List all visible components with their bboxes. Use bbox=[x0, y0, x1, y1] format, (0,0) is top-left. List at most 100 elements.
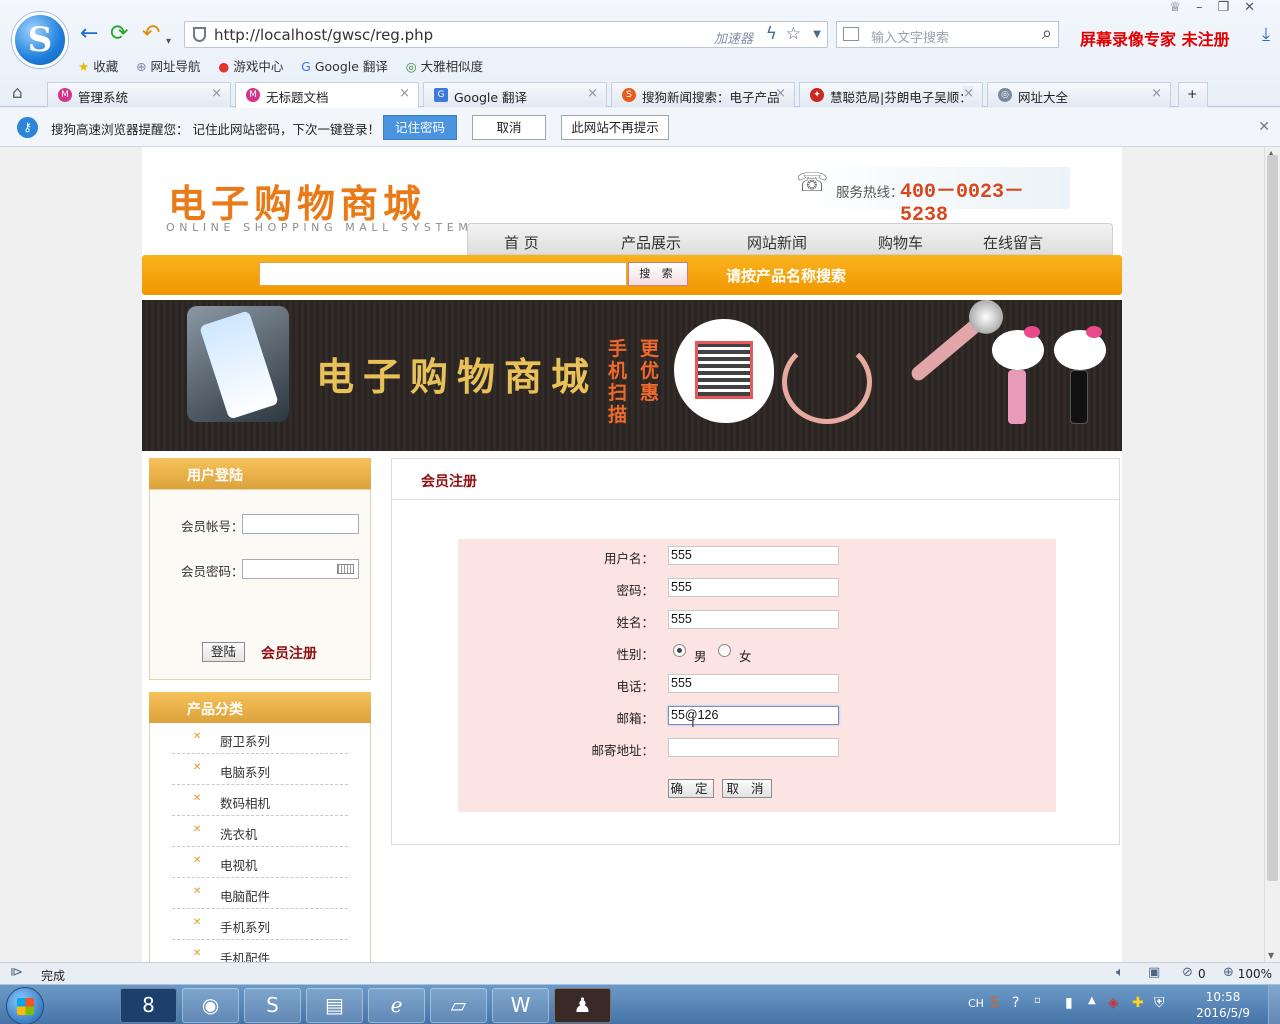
zoom-icon[interactable]: ⊕ bbox=[1223, 965, 1234, 980]
taskbar-explorer-icon[interactable]: ▤ bbox=[306, 988, 363, 1023]
close-tab-icon[interactable]: × bbox=[587, 86, 598, 101]
close-icon[interactable]: ✕ bbox=[1258, 119, 1270, 135]
start-button[interactable] bbox=[6, 987, 44, 1024]
login-button[interactable]: 登陆 bbox=[202, 642, 245, 662]
taskbar-recorder-icon[interactable]: ♟ bbox=[554, 988, 611, 1023]
category-item[interactable]: ✕ 厨卫系列 bbox=[172, 723, 348, 754]
star-icon[interactable]: ☆ bbox=[786, 24, 801, 44]
shield-icon[interactable]: ⛨ bbox=[1154, 995, 1165, 1011]
undo-dropdown-icon[interactable]: ▾ bbox=[166, 30, 171, 54]
nav-cart[interactable]: 购物车 bbox=[878, 232, 923, 253]
vertical-scrollbar[interactable]: ▲ ▼ bbox=[1264, 147, 1280, 962]
scrollbar-thumb[interactable] bbox=[1267, 155, 1278, 881]
phone-input[interactable]: 555 bbox=[668, 674, 839, 693]
gender-female-radio[interactable] bbox=[718, 644, 731, 657]
close-tab-icon[interactable]: × bbox=[211, 86, 222, 101]
nav-products[interactable]: 产品展示 bbox=[621, 232, 681, 253]
tab-admin[interactable]: M 管理系统 × bbox=[47, 82, 231, 107]
battery-icon[interactable]: ▮ bbox=[1065, 995, 1073, 1011]
taskbar-app-8-icon[interactable]: 8 bbox=[120, 988, 177, 1023]
site-logo[interactable]: 电子购物商城 bbox=[168, 173, 426, 228]
sidebar-toggle-icon[interactable]: ⧐ bbox=[10, 965, 23, 980]
sound-icon[interactable]: 🔈︎ bbox=[1116, 965, 1124, 980]
tab-url-directory[interactable]: ◎ 网址大全 × bbox=[987, 82, 1171, 107]
undo-close-icon[interactable]: ↶ bbox=[142, 22, 160, 46]
taskbar-sogou-browser-icon[interactable]: S bbox=[244, 988, 301, 1023]
username-input[interactable]: 555 bbox=[668, 546, 839, 565]
keyboard-icon[interactable] bbox=[337, 564, 354, 574]
browser-search-box[interactable]: 输入文字搜索 ⌕ bbox=[836, 21, 1059, 48]
window-controls[interactable]: ♕–❐✕ bbox=[1169, 0, 1270, 15]
close-tab-icon[interactable]: × bbox=[399, 86, 410, 101]
help-icon[interactable]: ? bbox=[1012, 995, 1019, 1011]
taskbar-app-globe-icon[interactable]: ◉ bbox=[182, 988, 239, 1023]
taskbar-notepad-icon[interactable]: ▱ bbox=[430, 988, 487, 1023]
nav-guestbook[interactable]: 在线留言 bbox=[983, 232, 1043, 253]
category-item[interactable]: ✕ 洗衣机 bbox=[172, 816, 348, 847]
nav-news[interactable]: 网站新闻 bbox=[747, 232, 807, 253]
address-dropdown-icon[interactable]: ▼ bbox=[813, 29, 821, 40]
product-search-button[interactable]: 搜 索 bbox=[628, 262, 688, 286]
nav-home[interactable]: 首 页 bbox=[504, 232, 539, 253]
sogou-browser-logo[interactable]: S bbox=[12, 12, 68, 68]
account-input[interactable] bbox=[242, 514, 359, 534]
address-url[interactable]: http://localhost/gwsc/reg.php bbox=[214, 26, 433, 44]
notice-cancel-button[interactable]: 取消 bbox=[472, 115, 546, 140]
input-language[interactable]: CH bbox=[968, 997, 984, 1010]
restore-icon[interactable]: ❐ bbox=[1217, 0, 1244, 15]
zoom-level[interactable]: 100% bbox=[1238, 967, 1272, 981]
tab-google-translate[interactable]: G Google 翻译 × bbox=[423, 82, 607, 107]
accelerator-label[interactable]: 加速器 bbox=[714, 28, 753, 47]
network-icon[interactable]: ◈ bbox=[1108, 995, 1119, 1011]
refresh-icon[interactable]: ⟳ bbox=[110, 22, 128, 46]
bookmark-nav[interactable]: ⊕ 网址导航 bbox=[136, 56, 201, 75]
scroll-down-icon[interactable]: ▼ bbox=[1268, 951, 1274, 960]
close-icon[interactable]: ✕ bbox=[1244, 0, 1270, 15]
security-plus-icon[interactable]: ✚ bbox=[1132, 995, 1144, 1011]
tab-untitled[interactable]: M 无标题文档 × bbox=[235, 82, 419, 108]
gender-male-radio[interactable] bbox=[673, 644, 686, 657]
category-item[interactable]: ✕ 手机系列 bbox=[172, 909, 348, 940]
window-icon[interactable]: ▣ bbox=[1148, 965, 1160, 980]
image-search-icon[interactable] bbox=[843, 27, 859, 41]
close-tab-icon[interactable]: × bbox=[963, 86, 974, 101]
category-item[interactable]: ✕ 数码相机 bbox=[172, 785, 348, 816]
show-desktop-button[interactable] bbox=[1268, 985, 1280, 1024]
close-tab-icon[interactable]: × bbox=[1151, 86, 1162, 101]
category-item[interactable]: ✕ 手机配件 bbox=[172, 940, 348, 962]
password-input[interactable] bbox=[242, 559, 359, 579]
never-remind-button[interactable]: 此网站不再提示 bbox=[561, 115, 669, 140]
product-search-input[interactable] bbox=[259, 262, 627, 286]
category-item[interactable]: ✕ 电脑系列 bbox=[172, 754, 348, 785]
taskbar-word-icon[interactable]: W bbox=[492, 988, 549, 1023]
bookmark-favorites[interactable]: ★ 收藏 bbox=[78, 56, 118, 75]
password-input[interactable]: 555 bbox=[668, 578, 839, 597]
category-item[interactable]: ✕ 电脑配件 bbox=[172, 878, 348, 909]
new-tab-button[interactable]: + bbox=[1178, 82, 1208, 107]
confirm-button[interactable]: 确 定 bbox=[668, 779, 714, 798]
ad-block-icon[interactable]: ⊘ bbox=[1182, 965, 1193, 980]
input-tools-icon[interactable]: ▫ bbox=[1034, 995, 1041, 1006]
cancel-button[interactable]: 取 消 bbox=[722, 779, 772, 798]
bookmark-games[interactable]: ● 游戏中心 bbox=[218, 56, 283, 75]
address-input[interactable] bbox=[668, 738, 839, 757]
clock[interactable]: 10:58 2016/5/9 bbox=[1196, 989, 1250, 1021]
taskbar-dreamweaver-icon[interactable]: ℯ bbox=[368, 988, 425, 1023]
close-tab-icon[interactable]: × bbox=[775, 86, 786, 101]
back-arrow-icon[interactable]: ← bbox=[80, 22, 98, 46]
search-icon[interactable]: ⌕ bbox=[1042, 23, 1052, 44]
address-bar[interactable]: http://localhost/gwsc/reg.php 加速器 ϟ ☆ ▼ bbox=[184, 21, 828, 48]
register-link[interactable]: 会员注册 bbox=[261, 643, 317, 663]
tab-sogou-news[interactable]: S 搜狗新闻搜索：电子产品 × bbox=[611, 82, 795, 107]
lightning-icon[interactable]: ϟ bbox=[766, 24, 777, 44]
tab-huicong[interactable]: ✦ 慧聪范局|芬朗电子吴顺： × bbox=[799, 82, 983, 107]
minimize-icon[interactable]: – bbox=[1196, 0, 1218, 15]
remember-password-button[interactable]: 记住密码 bbox=[383, 115, 457, 140]
category-item[interactable]: ✕ 电视机 bbox=[172, 847, 348, 878]
bookmark-google-translate[interactable]: G Google 翻译 bbox=[301, 56, 388, 75]
download-icon[interactable]: ⤓ bbox=[1262, 24, 1270, 45]
realname-input[interactable]: 555 bbox=[668, 610, 839, 629]
bookmark-daya[interactable]: ◎ 大雅相似度 bbox=[406, 56, 483, 75]
skin-icon[interactable]: ♕ bbox=[1169, 0, 1196, 15]
tray-expand-icon[interactable]: ▲ bbox=[1088, 995, 1096, 1006]
